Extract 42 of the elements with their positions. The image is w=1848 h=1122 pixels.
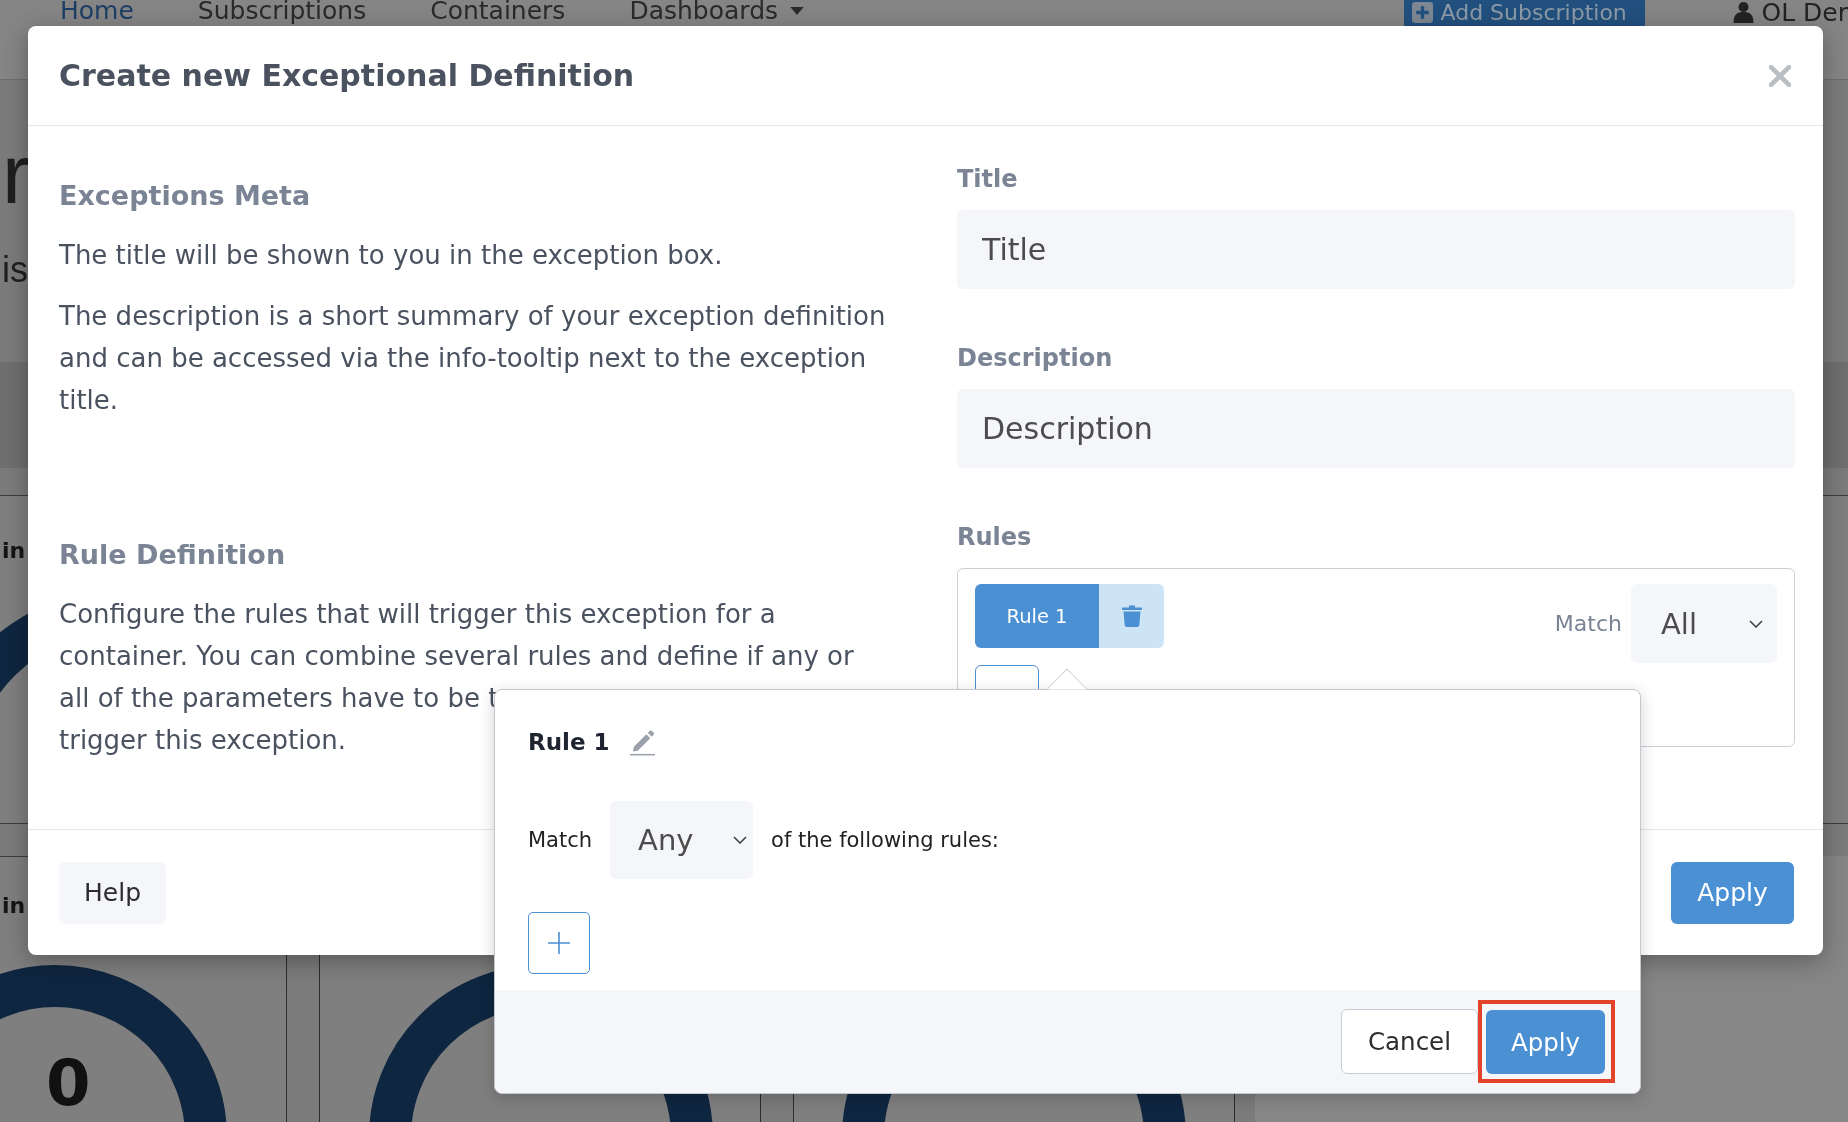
card-title: in: [2, 538, 26, 563]
nav-link[interactable]: Home: [60, 0, 134, 26]
cancel-button[interactable]: Cancel: [1341, 1009, 1478, 1074]
modal-title: Create new Exceptional Definition: [59, 58, 635, 93]
user-name[interactable]: OL Der: [1761, 0, 1848, 26]
rule-tab[interactable]: Rule 1: [975, 584, 1099, 648]
page-heading: r: [2, 132, 30, 216]
section-heading: Rule Definition: [59, 538, 286, 572]
help-button[interactable]: Help: [59, 861, 166, 924]
rule-title: Rule 1: [528, 729, 610, 755]
description-text: The description is a short summary of your exception definition and can be accessed via the info-tooltip next to the exception title.: [59, 300, 886, 417]
nav-link[interactable]: Subscriptions: [197, 0, 367, 26]
nav-link[interactable]: Dashboards: [629, 0, 805, 26]
apply-button[interactable]: Apply: [1671, 861, 1794, 924]
close-button[interactable]: [1769, 64, 1791, 87]
title-input[interactable]: Title: [957, 210, 1795, 289]
match-select[interactable]: Any: [610, 801, 754, 879]
chevron-down-icon: [733, 836, 748, 844]
close-icon: [1769, 64, 1791, 87]
description-text: The title will be shown to you in the exception box.: [59, 239, 723, 272]
pencil-icon[interactable]: [629, 728, 655, 756]
user-icon: [1732, 1, 1754, 23]
plus-square-icon: [1411, 2, 1433, 23]
match-select[interactable]: All: [1631, 584, 1777, 663]
chevron-down-icon: [1749, 619, 1763, 628]
gauge-reading: 0: [46, 1048, 91, 1118]
delete-rule-button[interactable]: [1099, 584, 1164, 648]
card-title: in: [2, 893, 26, 918]
section-heading: Exceptions Meta: [59, 179, 311, 213]
plus-icon: [548, 932, 570, 954]
field-label: Title: [957, 165, 1018, 193]
match-suffix: of the following rules:: [771, 828, 999, 852]
field-label: Description: [957, 344, 1113, 372]
match-label: Match: [528, 828, 593, 852]
match-label: Match: [1554, 611, 1622, 636]
nav-link[interactable]: Containers: [430, 0, 566, 26]
page-subtitle: is: [2, 250, 28, 290]
field-label: Rules: [957, 523, 1032, 551]
description-input[interactable]: Description: [957, 389, 1795, 468]
add-condition-button[interactable]: [528, 912, 590, 974]
apply-button[interactable]: Apply: [1486, 1010, 1605, 1074]
trash-icon: [1121, 605, 1142, 627]
